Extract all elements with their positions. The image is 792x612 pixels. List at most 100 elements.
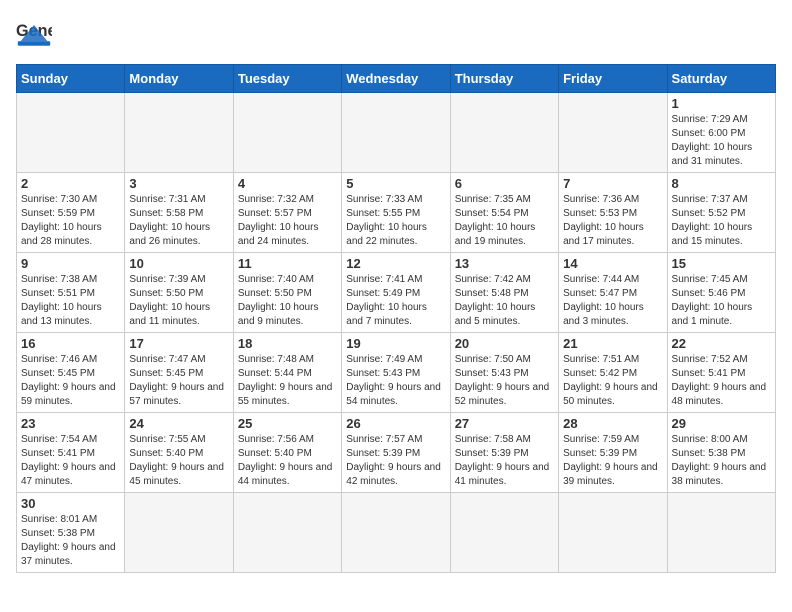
calendar-cell: 3Sunrise: 7:31 AM Sunset: 5:58 PM Daylig… (125, 173, 233, 253)
calendar-cell (125, 93, 233, 173)
day-number: 22 (672, 336, 771, 351)
day-number: 29 (672, 416, 771, 431)
weekday-header-sunday: Sunday (17, 65, 125, 93)
calendar-cell: 11Sunrise: 7:40 AM Sunset: 5:50 PM Dayli… (233, 253, 341, 333)
cell-sun-info: Sunrise: 7:30 AM Sunset: 5:59 PM Dayligh… (21, 193, 120, 249)
day-number: 17 (129, 336, 228, 351)
calendar-cell: 14 Sunrise: 7:44 AM Sunset: 5:47 PM Dayli… (559, 253, 667, 333)
calendar-cell: 7 Sunrise: 7:36 AM Sunset: 5:53 PM Daylig… (559, 173, 667, 253)
day-number: 28 (563, 416, 662, 431)
calendar-cell: 12Sunrise: 7:41 AM Sunset: 5:49 PM Dayli… (342, 253, 450, 333)
calendar-week-row: 16 Sunrise: 7:46 AM Sunset: 5:45 PM Dayli… (17, 333, 776, 413)
day-number: 7 (563, 176, 662, 191)
calendar-cell: 2 Sunrise: 7:30 AM Sunset: 5:59 PM Daylig… (17, 173, 125, 253)
cell-sun-info: Sunrise: 7:38 AM Sunset: 5:51 PM Dayligh… (21, 273, 120, 329)
day-number: 3 (129, 176, 228, 191)
cell-sun-info: Sunrise: 7:32 AM Sunset: 5:57 PM Dayligh… (238, 193, 337, 249)
cell-sun-info: Sunrise: 7:35 AM Sunset: 5:54 PM Dayligh… (455, 193, 554, 249)
cell-sun-info: Sunrise: 7:56 AM Sunset: 5:40 PM Dayligh… (238, 433, 337, 489)
cell-sun-info: Sunrise: 7:49 AM Sunset: 5:43 PM Dayligh… (346, 353, 445, 409)
calendar-week-row: 1 Sunrise: 7:29 AM Sunset: 6:00 PM Daylig… (17, 93, 776, 173)
calendar-cell: 20 Sunrise: 7:50 AM Sunset: 5:43 PM Dayli… (450, 333, 558, 413)
calendar-cell: 29 Sunrise: 8:00 AM Sunset: 5:38 PM Dayli… (667, 413, 775, 493)
calendar-cell: 28 Sunrise: 7:59 AM Sunset: 5:39 PM Dayli… (559, 413, 667, 493)
cell-sun-info: Sunrise: 7:44 AM Sunset: 5:47 PM Dayligh… (563, 273, 662, 329)
calendar-cell (233, 93, 341, 173)
logo-icon: General (16, 16, 52, 52)
day-number: 26 (346, 416, 445, 431)
calendar-cell (559, 493, 667, 573)
weekday-header-thursday: Thursday (450, 65, 558, 93)
calendar-cell: 18 Sunrise: 7:48 AM Sunset: 5:44 PM Dayli… (233, 333, 341, 413)
day-number: 14 (563, 256, 662, 271)
cell-sun-info: Sunrise: 8:00 AM Sunset: 5:38 PM Dayligh… (672, 433, 771, 489)
calendar-week-row: 9Sunrise: 7:38 AM Sunset: 5:51 PM Daylig… (17, 253, 776, 333)
calendar-cell: 30Sunrise: 8:01 AM Sunset: 5:38 PM Dayli… (17, 493, 125, 573)
day-number: 23 (21, 416, 120, 431)
calendar-cell: 24Sunrise: 7:55 AM Sunset: 5:40 PM Dayli… (125, 413, 233, 493)
calendar-cell (342, 93, 450, 173)
cell-sun-info: Sunrise: 7:59 AM Sunset: 5:39 PM Dayligh… (563, 433, 662, 489)
day-number: 30 (21, 496, 120, 511)
calendar-cell (233, 493, 341, 573)
day-number: 1 (672, 96, 771, 111)
calendar-table: SundayMondayTuesdayWednesdayThursdayFrid… (16, 64, 776, 573)
cell-sun-info: Sunrise: 7:29 AM Sunset: 6:00 PM Dayligh… (672, 113, 771, 169)
day-number: 13 (455, 256, 554, 271)
day-number: 24 (129, 416, 228, 431)
day-number: 12 (346, 256, 445, 271)
day-number: 4 (238, 176, 337, 191)
day-number: 10 (129, 256, 228, 271)
calendar-cell (17, 93, 125, 173)
calendar-cell: 26 Sunrise: 7:57 AM Sunset: 5:39 PM Dayli… (342, 413, 450, 493)
cell-sun-info: Sunrise: 7:50 AM Sunset: 5:43 PM Dayligh… (455, 353, 554, 409)
weekday-header-friday: Friday (559, 65, 667, 93)
calendar-cell: 23 Sunrise: 7:54 AM Sunset: 5:41 PM Dayli… (17, 413, 125, 493)
calendar-cell: 9Sunrise: 7:38 AM Sunset: 5:51 PM Daylig… (17, 253, 125, 333)
cell-sun-info: Sunrise: 7:47 AM Sunset: 5:45 PM Dayligh… (129, 353, 228, 409)
cell-sun-info: Sunrise: 7:36 AM Sunset: 5:53 PM Dayligh… (563, 193, 662, 249)
day-number: 5 (346, 176, 445, 191)
day-number: 20 (455, 336, 554, 351)
day-number: 27 (455, 416, 554, 431)
calendar-cell: 1 Sunrise: 7:29 AM Sunset: 6:00 PM Daylig… (667, 93, 775, 173)
calendar-week-row: 2 Sunrise: 7:30 AM Sunset: 5:59 PM Daylig… (17, 173, 776, 253)
cell-sun-info: Sunrise: 7:54 AM Sunset: 5:41 PM Dayligh… (21, 433, 120, 489)
day-number: 18 (238, 336, 337, 351)
calendar-cell: 16 Sunrise: 7:46 AM Sunset: 5:45 PM Dayli… (17, 333, 125, 413)
day-number: 2 (21, 176, 120, 191)
calendar-week-row: 30Sunrise: 8:01 AM Sunset: 5:38 PM Dayli… (17, 493, 776, 573)
cell-sun-info: Sunrise: 7:57 AM Sunset: 5:39 PM Dayligh… (346, 433, 445, 489)
day-number: 21 (563, 336, 662, 351)
cell-sun-info: Sunrise: 7:40 AM Sunset: 5:50 PM Dayligh… (238, 273, 337, 329)
calendar-cell (450, 93, 558, 173)
cell-sun-info: Sunrise: 7:42 AM Sunset: 5:48 PM Dayligh… (455, 273, 554, 329)
weekday-header-tuesday: Tuesday (233, 65, 341, 93)
cell-sun-info: Sunrise: 7:52 AM Sunset: 5:41 PM Dayligh… (672, 353, 771, 409)
cell-sun-info: Sunrise: 7:46 AM Sunset: 5:45 PM Dayligh… (21, 353, 120, 409)
logo: General (16, 16, 56, 52)
weekday-header-saturday: Saturday (667, 65, 775, 93)
calendar-cell: 5 Sunrise: 7:33 AM Sunset: 5:55 PM Daylig… (342, 173, 450, 253)
cell-sun-info: Sunrise: 7:33 AM Sunset: 5:55 PM Dayligh… (346, 193, 445, 249)
calendar-cell: 10Sunrise: 7:39 AM Sunset: 5:50 PM Dayli… (125, 253, 233, 333)
calendar-cell: 27 Sunrise: 7:58 AM Sunset: 5:39 PM Dayli… (450, 413, 558, 493)
cell-sun-info: Sunrise: 7:45 AM Sunset: 5:46 PM Dayligh… (672, 273, 771, 329)
page-header: General (16, 16, 776, 52)
cell-sun-info: Sunrise: 7:37 AM Sunset: 5:52 PM Dayligh… (672, 193, 771, 249)
calendar-cell (125, 493, 233, 573)
calendar-cell: 8 Sunrise: 7:37 AM Sunset: 5:52 PM Daylig… (667, 173, 775, 253)
cell-sun-info: Sunrise: 7:48 AM Sunset: 5:44 PM Dayligh… (238, 353, 337, 409)
day-number: 16 (21, 336, 120, 351)
day-number: 8 (672, 176, 771, 191)
day-number: 6 (455, 176, 554, 191)
calendar-cell (342, 493, 450, 573)
day-number: 25 (238, 416, 337, 431)
cell-sun-info: Sunrise: 7:58 AM Sunset: 5:39 PM Dayligh… (455, 433, 554, 489)
calendar-cell: 4 Sunrise: 7:32 AM Sunset: 5:57 PM Daylig… (233, 173, 341, 253)
calendar-cell (450, 493, 558, 573)
calendar-cell: 6 Sunrise: 7:35 AM Sunset: 5:54 PM Daylig… (450, 173, 558, 253)
calendar-cell: 13 Sunrise: 7:42 AM Sunset: 5:48 PM Dayli… (450, 253, 558, 333)
calendar-cell: 17 Sunrise: 7:47 AM Sunset: 5:45 PM Dayli… (125, 333, 233, 413)
calendar-cell: 21Sunrise: 7:51 AM Sunset: 5:42 PM Dayli… (559, 333, 667, 413)
